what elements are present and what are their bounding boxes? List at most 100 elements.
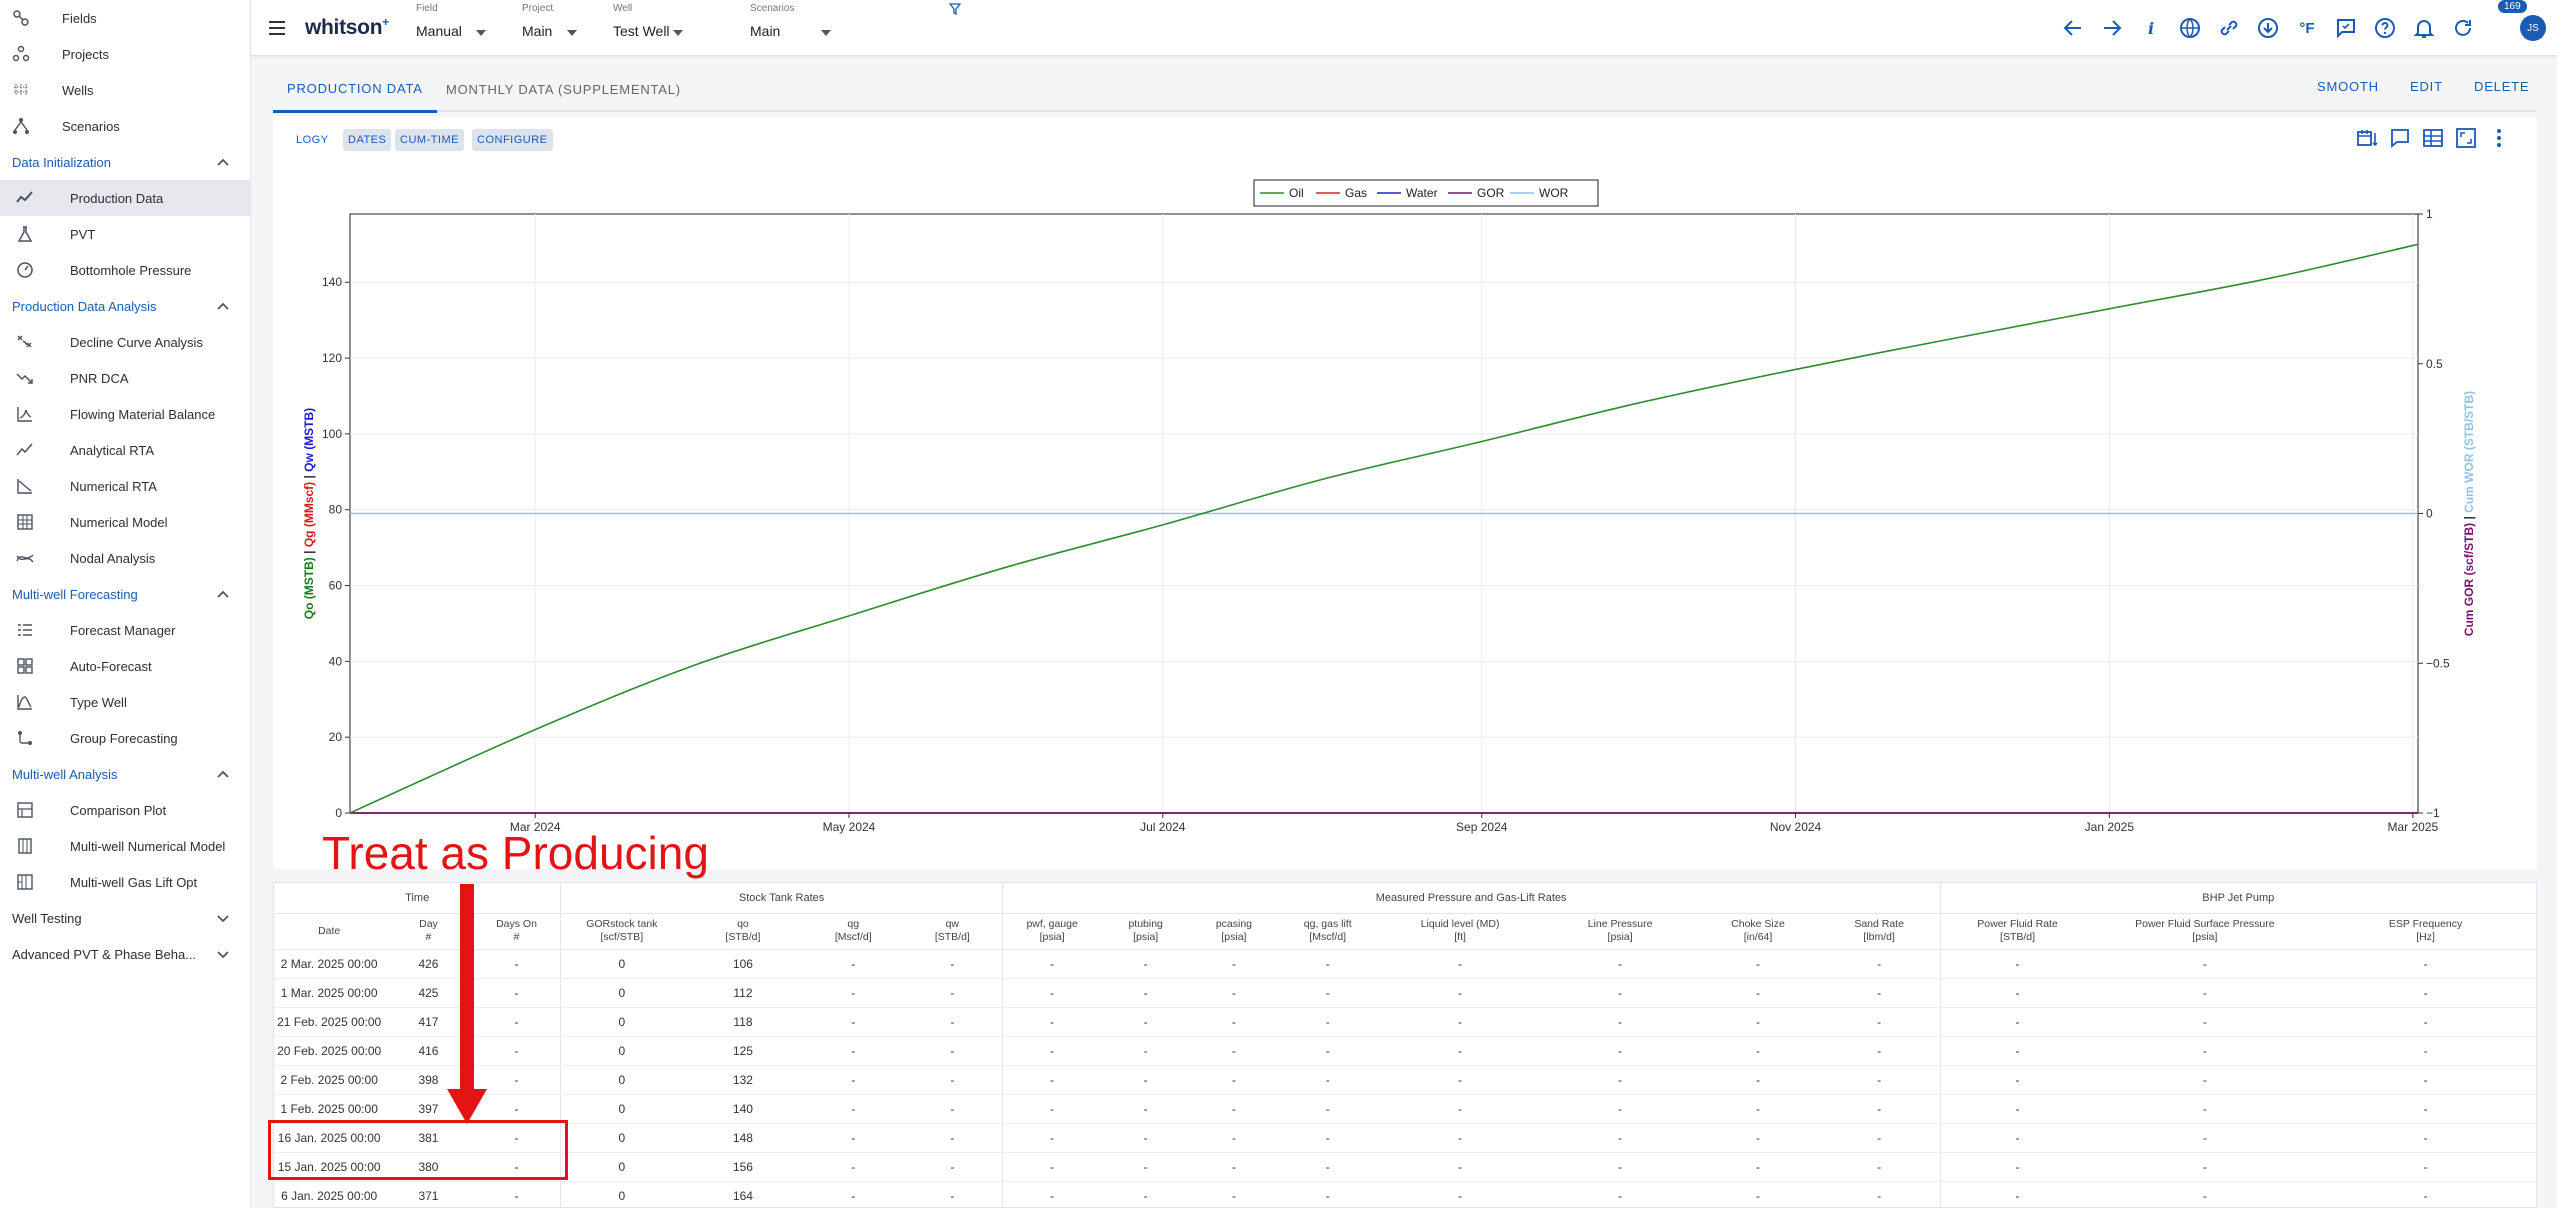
table-cell[interactable]: 2 Mar. 2025 00:00 (274, 949, 385, 979)
table-cell[interactable]: - (902, 949, 1003, 979)
table-cell[interactable]: - (902, 1065, 1003, 1095)
sidebar-item-numerical-rta[interactable]: Numerical RTA (0, 468, 250, 504)
table-cell[interactable]: - (472, 1181, 562, 1208)
project-selector[interactable]: Project Main (522, 3, 577, 39)
table-cell[interactable]: - (1101, 1036, 1190, 1066)
table-cell[interactable]: - (1940, 949, 2095, 979)
table-cell[interactable]: - (902, 978, 1003, 1008)
sidebar-section-advanced-pvt-phase-beha[interactable]: Advanced PVT & Phase Beha... (0, 936, 250, 972)
table-cell[interactable]: - (803, 1152, 903, 1182)
table-cell[interactable]: - (2315, 1065, 2536, 1095)
logy-toggle[interactable]: LOGY (291, 129, 334, 151)
sidebar-item-multi-well-gas-lift-opt[interactable]: Multi-well Gas Lift Opt (0, 864, 250, 900)
table-cell[interactable]: - (1697, 1094, 1819, 1124)
table-cell[interactable]: - (1002, 1036, 1102, 1066)
table-cell[interactable]: 6 Jan. 2025 00:00 (274, 1181, 385, 1208)
link-icon[interactable] (2217, 16, 2241, 40)
table-cell[interactable]: - (1818, 978, 1941, 1008)
table-cell[interactable]: - (1189, 1094, 1279, 1124)
table-cell[interactable]: - (2094, 1152, 2316, 1182)
table-cell[interactable]: - (1377, 949, 1543, 979)
table-cell[interactable]: 0 (560, 949, 683, 979)
help-icon[interactable] (2373, 16, 2397, 40)
sidebar-item-nodal-analysis[interactable]: Nodal Analysis (0, 540, 250, 576)
table-cell[interactable]: - (1101, 1065, 1190, 1095)
tab-monthly-data[interactable]: MONTHLY DATA (SUPPLEMENTAL) (432, 66, 695, 112)
sidebar-item-analytical-rta[interactable]: Analytical RTA (0, 432, 250, 468)
table-row[interactable]: 2 Feb. 2025 00:00 398-0 132- - - - - - - - - - - - - (274, 1065, 2536, 1095)
table-cell[interactable]: - (1542, 1007, 1698, 1037)
table-cell[interactable]: 0 (560, 1007, 683, 1037)
sidebar-section-multi-well-forecasting[interactable]: Multi-well Forecasting (0, 576, 250, 612)
table-cell[interactable]: - (1542, 1152, 1698, 1182)
table-cell[interactable]: - (1189, 1181, 1279, 1208)
table-icon[interactable] (2422, 127, 2444, 149)
sidebar-item-pnr-dca[interactable]: PNR DCA (0, 360, 250, 396)
configure-button[interactable]: CONFIGURE (472, 129, 553, 151)
table-cell[interactable]: 156 (682, 1152, 804, 1182)
table-cell[interactable]: - (803, 1094, 903, 1124)
table-cell[interactable]: - (803, 978, 903, 1008)
table-cell[interactable]: - (1002, 949, 1102, 979)
table-cell[interactable]: - (1940, 1152, 2095, 1182)
table-cell[interactable]: - (2315, 1181, 2536, 1208)
table-cell[interactable]: - (2094, 1181, 2316, 1208)
table-cell[interactable]: - (2315, 1094, 2536, 1124)
table-cell[interactable]: 164 (682, 1181, 804, 1208)
column-header[interactable]: pwf, gauge [psia] (1002, 913, 1102, 950)
sidebar-section-data-initialization[interactable]: Data Initialization (0, 144, 250, 180)
table-cell[interactable]: - (2315, 949, 2536, 979)
table-cell[interactable]: - (1189, 1007, 1279, 1037)
sidebar-item-scenarios[interactable]: Scenarios (0, 108, 250, 144)
table-cell[interactable]: - (1002, 1007, 1102, 1037)
table-cell[interactable]: - (1542, 949, 1698, 979)
back-arrow-icon[interactable] (2061, 16, 2085, 40)
table-cell[interactable]: - (2094, 978, 2316, 1008)
table-cell[interactable]: - (1818, 1007, 1941, 1037)
table-cell[interactable]: - (1101, 1152, 1190, 1182)
production-chart[interactable]: Mar 2024 May 2024 Jul 2024 Sep 2024 Nov 2024… (273, 117, 2537, 869)
table-cell[interactable]: - (1940, 1036, 2095, 1066)
table-cell[interactable]: 0 (560, 1065, 683, 1095)
table-cell[interactable]: 140 (682, 1094, 804, 1124)
table-cell[interactable]: - (1377, 1036, 1543, 1066)
table-cell[interactable]: - (2315, 1123, 2536, 1153)
table-cell[interactable]: 1 Mar. 2025 00:00 (274, 978, 385, 1008)
temperature-unit-icon[interactable]: °F (2295, 16, 2319, 40)
table-row[interactable]: 20 Feb. 2025 00:00 416-0 125- - - - - - - - - - - - - (274, 1036, 2536, 1066)
sidebar-item-decline-curve-analysis[interactable]: Decline Curve Analysis (0, 324, 250, 360)
table-cell[interactable]: - (902, 1036, 1003, 1066)
sidebar-item-projects[interactable]: Projects (0, 36, 250, 72)
table-cell[interactable]: - (1101, 1007, 1190, 1037)
table-cell[interactable]: - (1697, 1181, 1819, 1208)
sidebar-item-comparison-plot[interactable]: Comparison Plot (0, 792, 250, 828)
table-cell[interactable]: - (902, 1007, 1003, 1037)
column-header[interactable]: GORstock tank [scf/STB] (560, 913, 683, 950)
table-cell[interactable]: - (1542, 1036, 1698, 1066)
tab-production-data[interactable]: PRODUCTION DATA (273, 66, 437, 113)
smooth-button[interactable]: SMOOTH (2317, 79, 2379, 94)
table-cell[interactable]: - (1697, 978, 1819, 1008)
table-cell[interactable]: - (1189, 1065, 1279, 1095)
table-cell[interactable]: 0 (560, 1123, 683, 1153)
table-cell[interactable]: 0 (560, 1152, 683, 1182)
user-avatar[interactable]: JS (2520, 15, 2546, 41)
table-cell[interactable]: - (1002, 1094, 1102, 1124)
info-icon[interactable]: i (2139, 16, 2163, 40)
sidebar-item-fields[interactable]: Fields (0, 0, 250, 36)
sidebar-item-wells[interactable]: Wells (0, 72, 250, 108)
table-cell[interactable]: - (2315, 1007, 2536, 1037)
table-cell[interactable]: - (1278, 1065, 1378, 1095)
table-row[interactable]: 21 Feb. 2025 00:00 417-0 118- - - - - - - - - - - - - (274, 1007, 2536, 1037)
table-row[interactable]: 1 Feb. 2025 00:00 397-0 140- - - - - - - - - - - - - (274, 1094, 2536, 1124)
sidebar-item-type-well[interactable]: Type Well (0, 684, 250, 720)
table-cell[interactable]: - (1189, 978, 1279, 1008)
filter-icon[interactable] (949, 3, 961, 15)
table-cell[interactable]: - (803, 1007, 903, 1037)
cum-time-toggle[interactable]: CUM-TIME (395, 129, 464, 151)
table-cell[interactable]: - (1940, 1007, 2095, 1037)
column-header[interactable]: ptubing [psia] (1101, 913, 1190, 950)
dates-toggle[interactable]: DATES (343, 129, 392, 151)
table-cell[interactable]: - (1002, 978, 1102, 1008)
table-cell[interactable]: - (2094, 1065, 2316, 1095)
